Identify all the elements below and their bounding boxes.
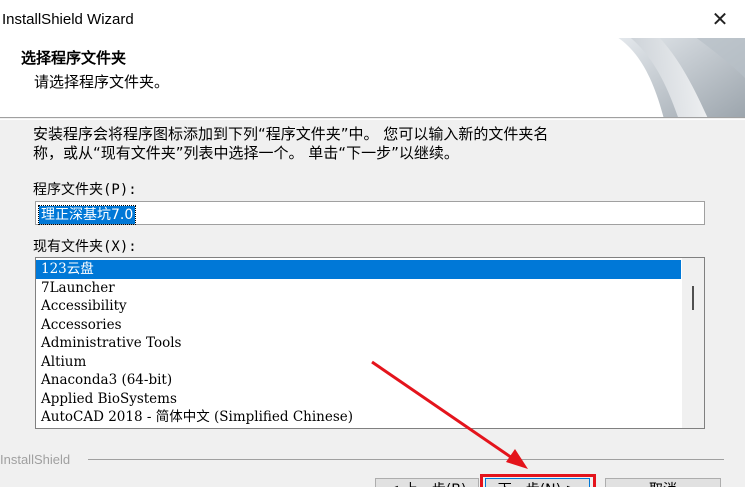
list-item[interactable]: 7Launcher [36,279,681,298]
list-item[interactable]: Accessories [36,316,681,335]
list-item[interactable]: Accessibility [36,297,681,316]
next-button-highlight [480,474,596,487]
instructions-line-1: 安装程序会将程序图标添加到下列“程序文件夹”中。 您可以输入新的文件夹名 [33,125,549,143]
program-folder-input[interactable]: 理正深基坑7.0 [35,201,705,225]
list-item[interactable]: Administrative Tools [36,334,681,353]
back-button[interactable]: < 上一步(B) [375,478,479,487]
instructions: 安装程序会将程序图标添加到下列“程序文件夹”中。 您可以输入新的文件夹名 称，或… [33,125,723,163]
program-folder-label: 程序文件夹(P): [33,182,137,198]
folder-list-items: 123云盘 7Launcher Accessibility Accessories Ad… [36,260,681,427]
page-title: 选择程序文件夹 [21,49,127,67]
window-title: InstallShield Wizard [2,10,134,28]
list-item[interactable]: Applied BioSystems [36,390,681,409]
list-item[interactable]: Anaconda3 (64-bit) [36,371,681,390]
footer-divider [88,459,724,460]
existing-folders-label: 现有文件夹(X): [33,239,137,255]
close-icon[interactable]: ✕ [707,6,733,32]
list-item[interactable]: AutoCAD 2018 - 简体中文 (Simplified Chinese) [36,408,681,427]
footer-brand-line: InstallShield [0,452,745,467]
title-bar: InstallShield Wizard ✕ [0,0,745,38]
list-item[interactable]: 123云盘 [36,260,681,279]
header-divider [0,119,745,120]
installshield-brand: InstallShield [0,452,77,467]
vertical-scrollbar[interactable] [682,258,704,428]
header-graphic [570,38,745,117]
page-subtitle: 请选择程序文件夹。 [34,73,170,91]
list-item[interactable]: Altium [36,353,681,372]
cancel-button[interactable]: 取消 [605,478,721,487]
existing-folders-list[interactable]: 123云盘 7Launcher Accessibility Accessories Ad… [35,257,705,429]
program-folder-value[interactable]: 理正深基坑7.0 [37,205,137,225]
instructions-line-2: 称，或从“现有文件夹”列表中选择一个。 单击“下一步”以继续。 [33,144,459,162]
wizard-header: 选择程序文件夹 请选择程序文件夹。 [0,38,745,118]
scrollbar-thumb[interactable] [692,286,694,310]
